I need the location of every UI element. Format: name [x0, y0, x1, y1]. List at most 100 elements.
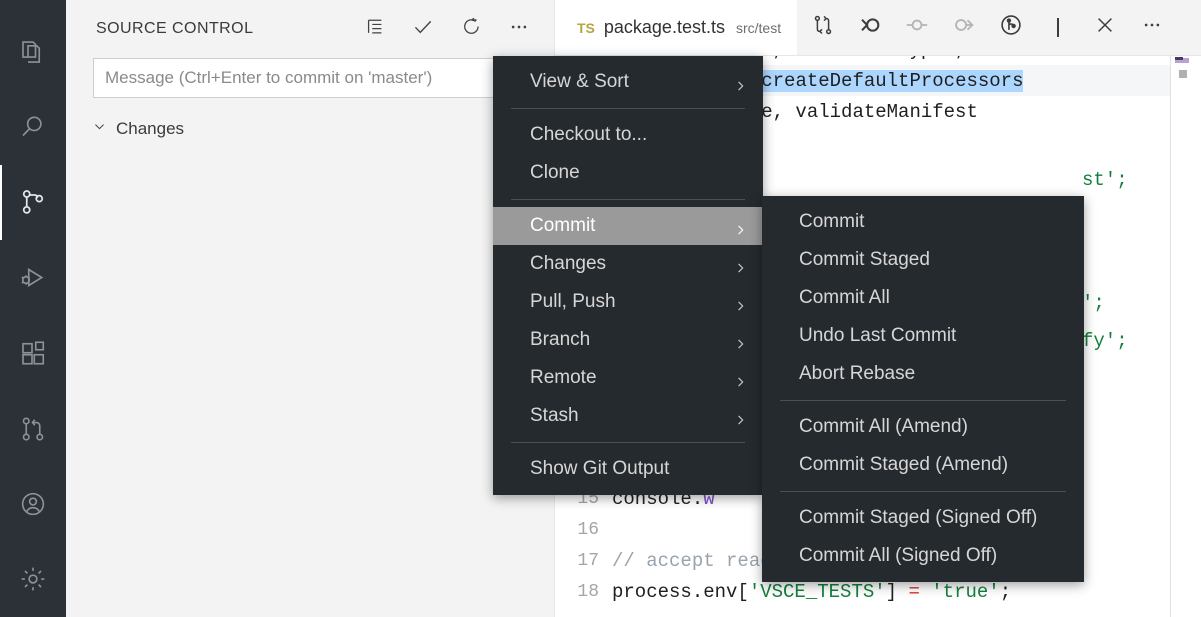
- code-token: st';: [1082, 169, 1128, 191]
- editor-toolbar: [799, 0, 1175, 55]
- menu-item[interactable]: Abort Rebase: [762, 355, 1084, 393]
- commit-button[interactable]: [412, 18, 434, 40]
- sidebar-section-label: Changes: [116, 119, 184, 139]
- tab-path: src/test: [736, 20, 781, 36]
- menu-item[interactable]: Commit All (Amend): [762, 408, 1084, 446]
- menu-item-label: Commit Staged (Amend): [799, 454, 1008, 476]
- close-editor-button[interactable]: [1081, 0, 1128, 56]
- account-icon: [18, 489, 48, 519]
- activity-item-run-and-debug[interactable]: [0, 240, 66, 315]
- dash-circle-dash-icon: [904, 12, 930, 43]
- extensions-icon: [18, 338, 48, 368]
- menu-item[interactable]: Checkout to...: [493, 116, 763, 154]
- menu-separator: [511, 108, 745, 109]
- menu-item-label: Commit All (Signed Off): [799, 545, 997, 567]
- search-icon: [18, 112, 48, 142]
- chevron-right-icon: [734, 77, 745, 88]
- sidebar-section-changes[interactable]: Changes: [66, 110, 554, 148]
- activity-item-pull-requests[interactable]: [0, 391, 66, 466]
- menu-item[interactable]: Commit Staged (Amend): [762, 446, 1084, 484]
- activity-bar: [0, 0, 66, 617]
- commit-message-input[interactable]: [93, 58, 528, 98]
- vscode-window: SOURCE CONTROL: [0, 0, 1201, 617]
- menu-item-label: Abort Rebase: [799, 363, 915, 385]
- line-number: 17: [555, 551, 612, 571]
- next-change-button[interactable]: [940, 0, 987, 56]
- commit-submenu[interactable]: Commit Commit Staged Commit All Undo Last C…: [762, 196, 1084, 582]
- source-control-context-menu[interactable]: View & Sort Checkout to... Clone CommitChan…: [493, 56, 763, 495]
- menu-item[interactable]: Commit All: [762, 279, 1084, 317]
- line-number: 16: [555, 520, 612, 540]
- menu-item[interactable]: Commit: [493, 207, 763, 245]
- menu-item-label: Show Git Output: [530, 458, 669, 480]
- menu-item[interactable]: Commit: [762, 203, 1084, 241]
- menu-item[interactable]: Branch: [493, 321, 763, 359]
- view-as-list-button[interactable]: [364, 18, 386, 40]
- chevron-right-icon: [734, 335, 745, 346]
- gear-icon: [18, 564, 48, 594]
- previous-change-button[interactable]: [846, 0, 893, 56]
- menu-item[interactable]: Remote: [493, 359, 763, 397]
- list-view-icon: [364, 16, 386, 43]
- more-actions-button[interactable]: [508, 18, 530, 40]
- menu-item[interactable]: Undo Last Commit: [762, 317, 1084, 355]
- split-editor-icon: [1057, 19, 1059, 37]
- activity-item-settings[interactable]: [0, 542, 66, 617]
- chevron-right-icon: [734, 221, 745, 232]
- menu-item[interactable]: Stash: [493, 397, 763, 435]
- menu-item[interactable]: Show Git Output: [493, 450, 763, 488]
- menu-item-label: Checkout to...: [530, 124, 647, 146]
- file-history-button[interactable]: [987, 0, 1034, 56]
- compare-changes-button[interactable]: [799, 0, 846, 56]
- menu-item[interactable]: Commit All (Signed Off): [762, 537, 1084, 575]
- menu-item[interactable]: Commit Staged: [762, 241, 1084, 279]
- compare-branch-icon: [811, 13, 835, 42]
- page-title: SOURCE CONTROL: [96, 20, 364, 38]
- editor-minimap[interactable]: [1170, 56, 1201, 617]
- menu-item-label: Commit: [799, 211, 864, 233]
- split-editor-button[interactable]: [1034, 0, 1081, 56]
- menu-separator: [780, 400, 1066, 401]
- minimap-block: [1179, 70, 1187, 78]
- activity-item-source-control[interactable]: [0, 165, 66, 240]
- activity-item-explorer[interactable]: [0, 14, 66, 89]
- ellipsis-icon: [1141, 14, 1163, 41]
- menu-separator: [511, 442, 745, 443]
- editor-tabbar: TS package.test.ts src/test: [555, 0, 1201, 56]
- files-icon: [18, 37, 48, 67]
- code-text: fy';: [1082, 330, 1128, 352]
- menu-item-label: Commit All (Amend): [799, 416, 968, 438]
- menu-item-label: Undo Last Commit: [799, 325, 956, 347]
- editor-more-actions-button[interactable]: [1128, 0, 1175, 56]
- current-change-button[interactable]: [893, 0, 940, 56]
- menu-separator: [780, 491, 1066, 492]
- ellipsis-icon: [508, 16, 530, 43]
- refresh-button[interactable]: [460, 18, 482, 40]
- blame-history-icon: [998, 12, 1024, 43]
- code-token: 'VSCE_TESTS': [749, 581, 886, 603]
- menu-separator: [511, 199, 745, 200]
- menu-item-label: Branch: [530, 329, 590, 351]
- menu-item[interactable]: Changes: [493, 245, 763, 283]
- menu-item-label: View & Sort: [530, 71, 629, 93]
- activity-item-accounts[interactable]: [0, 466, 66, 541]
- activity-item-search[interactable]: [0, 89, 66, 164]
- menu-item-label: Commit Staged: [799, 249, 930, 271]
- menu-item[interactable]: View & Sort: [493, 63, 763, 101]
- arrow-left-circle-icon: [857, 12, 883, 43]
- code-text: process.env['VSCE_TESTS'] = 'true';: [612, 581, 1011, 603]
- commit-message-wrap: [66, 58, 554, 98]
- menu-item[interactable]: Pull, Push: [493, 283, 763, 321]
- code-token: =: [897, 581, 931, 603]
- run-debug-icon: [18, 263, 48, 293]
- check-icon: [411, 15, 435, 44]
- menu-item[interactable]: Clone: [493, 154, 763, 192]
- tab-package-test-ts[interactable]: TS package.test.ts src/test: [555, 0, 797, 55]
- code-token: fy';: [1082, 330, 1128, 352]
- chevron-right-icon: [734, 373, 745, 384]
- minimap-block: [1175, 57, 1183, 60]
- source-control-header: SOURCE CONTROL: [66, 0, 554, 58]
- activity-item-extensions[interactable]: [0, 316, 66, 391]
- menu-item[interactable]: Commit Staged (Signed Off): [762, 499, 1084, 537]
- code-token: ;: [1000, 581, 1011, 603]
